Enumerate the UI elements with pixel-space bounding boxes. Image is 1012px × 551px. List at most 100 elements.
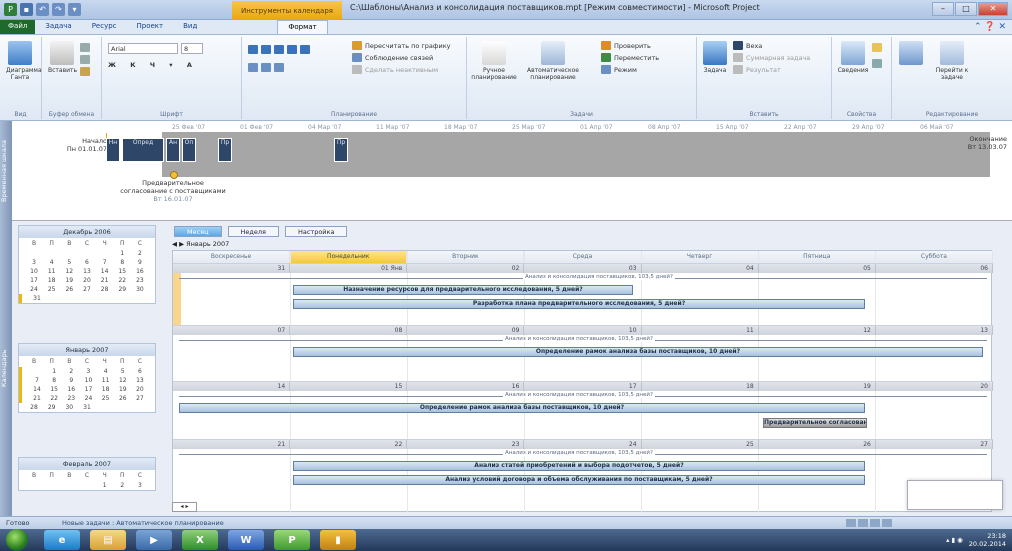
tab-month[interactable]: Месяц — [174, 226, 222, 237]
day-number[interactable]: 23 — [407, 440, 525, 449]
timeline-task[interactable]: Пр — [218, 138, 232, 162]
timeline-task[interactable]: Опред — [122, 138, 164, 162]
mini-calendar-week[interactable]: 123 — [19, 481, 155, 490]
summary-task-label[interactable]: Анализ и консолидация поставщиков, 103,5… — [503, 392, 655, 398]
day-number[interactable]: 20 — [876, 382, 993, 391]
timeline-task[interactable]: Оп — [182, 138, 196, 162]
day-number[interactable]: 03 — [524, 264, 642, 273]
timeline-side-label[interactable]: Временная шкала — [0, 121, 12, 221]
timeline-milestone-marker[interactable] — [170, 171, 178, 179]
go-to-task-button[interactable]: Перейти к задаче — [932, 41, 972, 81]
new-tasks-mode[interactable]: Новые задачи : Автоматическое планирован… — [62, 519, 224, 527]
network-icon[interactable]: ▴ ▮ ◉ — [946, 536, 963, 544]
minimize-button[interactable]: – — [932, 2, 954, 16]
close-button[interactable]: ✕ — [978, 2, 1008, 16]
link-buttons[interactable] — [248, 63, 284, 72]
timeline-task[interactable]: Ан — [166, 138, 180, 162]
mini-calendar-week[interactable]: 24 25 26 27 28 29 30 — [19, 285, 155, 294]
task-bar[interactable]: Предварительное согласование — [763, 418, 867, 428]
timeline-task[interactable]: Пр — [334, 138, 348, 162]
cut-icon[interactable] — [80, 43, 90, 52]
mini-calendar-week[interactable]: 7 8 9 10 11 12 13 — [19, 376, 155, 385]
day-number[interactable]: 01 Янв — [290, 264, 408, 273]
day-number[interactable]: 31 — [173, 264, 291, 273]
mini-calendar-week[interactable]: 123456 — [19, 367, 155, 376]
day-number[interactable]: 10 — [524, 326, 642, 335]
save-icon[interactable]: ▪ — [20, 3, 33, 16]
task-bar[interactable]: Анализ условий договора и объема обслужи… — [293, 475, 865, 485]
summary-task-label[interactable]: Анализ и консолидация поставщиков, 103,5… — [503, 450, 655, 456]
day-number[interactable]: 13 — [876, 326, 993, 335]
day-number[interactable]: 21 — [173, 440, 291, 449]
tab-week[interactable]: Неделя — [227, 226, 279, 237]
day-number[interactable]: 14 — [173, 382, 291, 391]
mini-calendar-week[interactable]: 31 — [19, 294, 155, 303]
day-number[interactable]: 15 — [290, 382, 408, 391]
mini-calendar-week[interactable]: 28 29 30 31 — [19, 403, 155, 412]
redo-icon[interactable]: ↷ — [52, 3, 65, 16]
day-number[interactable]: 06 — [876, 264, 993, 273]
prev-month-button[interactable]: ◀ — [172, 240, 177, 248]
task-bar[interactable]: Разработка плана предварительного исслед… — [293, 299, 865, 309]
day-number[interactable]: 07 — [173, 326, 291, 335]
mini-calendar-week[interactable]: 3456789 — [19, 258, 155, 267]
copy-icon[interactable] — [80, 55, 90, 64]
insert-milestone-button[interactable]: Веха — [733, 41, 762, 50]
schedule-indent-buttons[interactable] — [248, 45, 310, 54]
mode-button[interactable]: Режим — [601, 65, 637, 74]
paste-button[interactable]: Вставить — [48, 41, 77, 74]
clock[interactable]: 23:18 20.02.2014 — [969, 532, 1006, 548]
week-row[interactable]: 21 22 23 24 25 26 27 Анализ и консолидац… — [173, 439, 993, 513]
day-number[interactable]: 19 — [759, 382, 876, 391]
undo-icon[interactable]: ↶ — [36, 3, 49, 16]
next-month-button[interactable]: ▶ — [179, 240, 184, 248]
move-button[interactable]: Переместить — [601, 53, 659, 62]
insert-task-button[interactable]: Задача — [701, 41, 729, 74]
day-number[interactable]: 26 — [759, 440, 876, 449]
mini-calendar-week[interactable]: 10 11 12 13 14 15 16 — [19, 267, 155, 276]
day-number[interactable]: 11 — [642, 326, 759, 335]
notes-icon[interactable] — [872, 43, 882, 52]
day-number[interactable]: 09 — [407, 326, 525, 335]
mini-calendar-week[interactable]: 14 15 16 17 18 19 20 — [19, 385, 155, 394]
details-icon[interactable] — [872, 59, 882, 68]
team-planner-view-icon[interactable] — [870, 519, 880, 527]
inspect-button[interactable]: Проверить — [601, 41, 651, 50]
media-player-icon[interactable]: ▶ — [136, 530, 172, 550]
day-number[interactable]: 18 — [642, 382, 759, 391]
explorer-icon[interactable]: ▤ — [90, 530, 126, 550]
zoom-popup[interactable] — [907, 480, 1003, 510]
project-icon[interactable]: P — [274, 530, 310, 550]
timeline-task[interactable]: Нн — [106, 138, 120, 162]
week-row[interactable]: 14 15 16 17 18 19 20 Анализ и консолидац… — [173, 381, 993, 439]
calendar-side-label[interactable]: Календарь — [0, 221, 12, 516]
day-number[interactable]: 17 — [524, 382, 642, 391]
tab-custom[interactable]: Настройка — [284, 226, 348, 237]
qat-dropdown-icon[interactable]: ▾ — [68, 3, 81, 16]
task-bar[interactable]: Определение рамок анализа базы поставщик… — [293, 347, 983, 357]
task-usage-view-icon[interactable] — [858, 519, 868, 527]
start-button[interactable] — [6, 529, 28, 551]
gantt-view-icon[interactable] — [846, 519, 856, 527]
day-number[interactable]: 04 — [642, 264, 759, 273]
day-number[interactable]: 25 — [642, 440, 759, 449]
help-icon[interactable]: ⌃ ❓ ✕ — [974, 22, 1006, 32]
information-button[interactable]: Сведения — [836, 41, 870, 74]
font-style-buttons[interactable]: Ж К Ч ▾ A — [108, 61, 198, 69]
resource-sheet-view-icon[interactable] — [882, 519, 892, 527]
app-icon[interactable]: P — [4, 3, 17, 16]
day-number[interactable]: 22 — [290, 440, 408, 449]
inactivate-button[interactable]: Сделать неактивным — [352, 65, 438, 74]
font-size-value[interactable]: 8 — [181, 43, 203, 54]
mini-calendar-week[interactable]: 17 18 19 20 21 22 23 — [19, 276, 155, 285]
tab-task[interactable]: Задача — [35, 20, 81, 34]
day-number[interactable]: 02 — [407, 264, 525, 273]
task-bar[interactable]: Анализ статей приобретений и выбора подо… — [293, 461, 865, 471]
respect-links-button[interactable]: Соблюдение связей — [352, 53, 433, 62]
scroll-to-task-button[interactable] — [896, 41, 926, 67]
mini-calendar-december[interactable]: Декабрь 2006 ВПВСЧПС 12 3456789 10 11 12 13… — [18, 225, 156, 304]
day-number[interactable]: 05 — [759, 264, 876, 273]
update-as-scheduled-button[interactable]: Пересчитать по графику — [352, 41, 450, 50]
day-number[interactable]: 08 — [290, 326, 408, 335]
task-bar[interactable]: Назначение ресурсов для предварительного… — [293, 285, 633, 295]
